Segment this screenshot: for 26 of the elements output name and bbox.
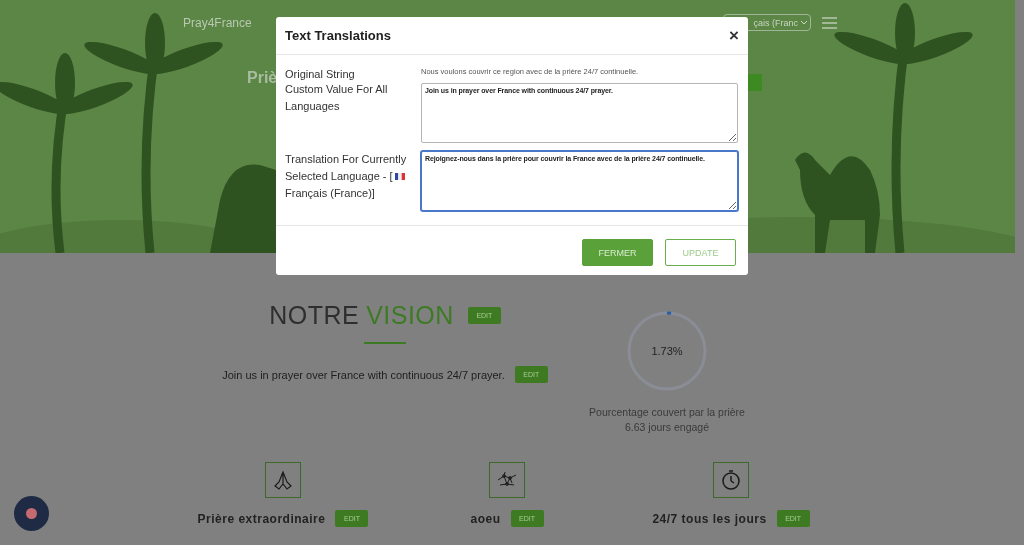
flag-icon xyxy=(394,173,405,180)
vision-text: Join us in prayer over France with continuous 24/7 prayer. xyxy=(222,368,505,381)
hero-title: Priè xyxy=(247,69,278,87)
field-label: Français (France)] xyxy=(285,187,375,199)
field-label: Original String xyxy=(285,67,356,82)
progress-caption: Pourcentage couvert par la prière xyxy=(589,405,745,420)
feature-label: aoeu xyxy=(470,511,501,526)
menu-icon[interactable] xyxy=(822,16,837,29)
dialog-title: Text Translations xyxy=(285,28,391,43)
days-engaged: 6.63 jours engagé xyxy=(624,420,710,435)
field-label: Selected Language - [ xyxy=(285,170,393,182)
edit-button[interactable] xyxy=(748,74,762,91)
caret-icon xyxy=(801,20,807,25)
progress-reading: 1.73% xyxy=(651,345,683,357)
feature-label: Prière extraordinaire xyxy=(197,511,326,526)
field-label: Translation For Currently xyxy=(285,153,407,165)
feature-label: 24/7 tous les jours xyxy=(652,511,767,526)
field-label: Custom Value For All Languages xyxy=(285,83,388,112)
close-dialog-button[interactable]: FERMER xyxy=(582,239,653,266)
dot-icon xyxy=(26,508,37,519)
chat-button[interactable] xyxy=(14,496,49,531)
section-heading-accent: VISION xyxy=(366,301,454,330)
update-button[interactable]: UPDATE xyxy=(665,239,736,266)
stopwatch-icon xyxy=(720,469,742,491)
section-heading: NOTRE xyxy=(269,301,360,330)
praying-hands-icon xyxy=(272,469,294,491)
